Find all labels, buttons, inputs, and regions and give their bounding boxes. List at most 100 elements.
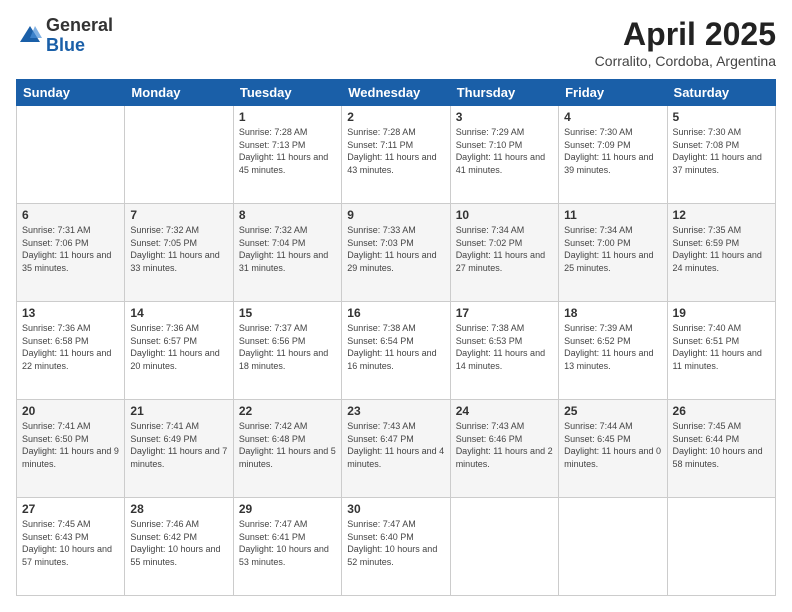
day-cell: 22 Sunrise: 7:42 AM Sunset: 6:48 PM Dayli… — [233, 400, 341, 498]
day-info: Sunrise: 7:43 AM Sunset: 6:46 PM Dayligh… — [456, 420, 553, 470]
day-cell: 12Sunrise: 7:35 AM Sunset: 6:59 PM Dayli… — [667, 204, 775, 302]
day-number: 30 — [347, 502, 444, 516]
day-info: Sunrise: 7:45 AM Sunset: 6:44 PM Dayligh… — [673, 420, 770, 470]
day-cell: 19 Sunrise: 7:40 AM Sunset: 6:51 PM Dayli… — [667, 302, 775, 400]
day-number: 9 — [347, 208, 444, 222]
day-info: Sunrise: 7:32 AM Sunset: 7:04 PM Dayligh… — [239, 224, 336, 274]
day-number: 17 — [456, 306, 553, 320]
calendar-table: Sunday Monday Tuesday Wednesday Thursday… — [16, 79, 776, 596]
day-number: 23 — [347, 404, 444, 418]
week-row-5: 27 Sunrise: 7:45 AM Sunset: 6:43 PM Dayli… — [17, 498, 776, 596]
day-number: 24 — [456, 404, 553, 418]
page: General Blue April 2025 Corralito, Cordo… — [0, 0, 792, 612]
day-info: Sunrise: 7:34 AM Sunset: 7:00 PM Dayligh… — [564, 224, 661, 274]
day-cell — [667, 498, 775, 596]
day-number: 13 — [22, 306, 119, 320]
day-cell: 11 Sunrise: 7:34 AM Sunset: 7:00 PM Dayli… — [559, 204, 667, 302]
day-info: Sunrise: 7:38 AM Sunset: 6:54 PM Dayligh… — [347, 322, 444, 372]
day-number: 29 — [239, 502, 336, 516]
day-number: 4 — [564, 110, 661, 124]
day-info: Sunrise: 7:31 AM Sunset: 7:06 PM Dayligh… — [22, 224, 119, 274]
header: General Blue April 2025 Corralito, Cordo… — [16, 16, 776, 69]
day-info: Sunrise: 7:32 AM Sunset: 7:05 PM Dayligh… — [130, 224, 227, 274]
logo-text: General Blue — [46, 16, 113, 56]
day-info: Sunrise: 7:28 AM Sunset: 7:11 PM Dayligh… — [347, 126, 444, 176]
day-cell: 23 Sunrise: 7:43 AM Sunset: 6:47 PM Dayli… — [342, 400, 450, 498]
day-cell: 17 Sunrise: 7:38 AM Sunset: 6:53 PM Dayli… — [450, 302, 558, 400]
day-info: Sunrise: 7:47 AM Sunset: 6:40 PM Dayligh… — [347, 518, 444, 568]
day-info: Sunrise: 7:28 AM Sunset: 7:13 PM Dayligh… — [239, 126, 336, 176]
month-title: April 2025 — [595, 16, 776, 53]
day-number: 22 — [239, 404, 336, 418]
day-cell — [125, 106, 233, 204]
day-cell: 29 Sunrise: 7:47 AM Sunset: 6:41 PM Dayli… — [233, 498, 341, 596]
day-number: 15 — [239, 306, 336, 320]
day-info: Sunrise: 7:37 AM Sunset: 6:56 PM Dayligh… — [239, 322, 336, 372]
col-tuesday: Tuesday — [233, 80, 341, 106]
day-info: Sunrise: 7:43 AM Sunset: 6:47 PM Dayligh… — [347, 420, 444, 470]
col-wednesday: Wednesday — [342, 80, 450, 106]
week-row-3: 13 Sunrise: 7:36 AM Sunset: 6:58 PM Dayli… — [17, 302, 776, 400]
day-cell: 24 Sunrise: 7:43 AM Sunset: 6:46 PM Dayli… — [450, 400, 558, 498]
day-number: 19 — [673, 306, 770, 320]
day-info: Sunrise: 7:39 AM Sunset: 6:52 PM Dayligh… — [564, 322, 661, 372]
day-info: Sunrise: 7:47 AM Sunset: 6:41 PM Dayligh… — [239, 518, 336, 568]
day-info: Sunrise: 7:29 AM Sunset: 7:10 PM Dayligh… — [456, 126, 553, 176]
day-number: 27 — [22, 502, 119, 516]
day-number: 5 — [673, 110, 770, 124]
day-cell: 25 Sunrise: 7:44 AM Sunset: 6:45 PM Dayli… — [559, 400, 667, 498]
day-info: Sunrise: 7:41 AM Sunset: 6:50 PM Dayligh… — [22, 420, 119, 470]
day-cell: 5Sunrise: 7:30 AM Sunset: 7:08 PM Daylig… — [667, 106, 775, 204]
day-cell — [17, 106, 125, 204]
day-number: 11 — [564, 208, 661, 222]
day-info: Sunrise: 7:38 AM Sunset: 6:53 PM Dayligh… — [456, 322, 553, 372]
header-row: Sunday Monday Tuesday Wednesday Thursday… — [17, 80, 776, 106]
day-info: Sunrise: 7:33 AM Sunset: 7:03 PM Dayligh… — [347, 224, 444, 274]
day-info: Sunrise: 7:36 AM Sunset: 6:57 PM Dayligh… — [130, 322, 227, 372]
day-cell: 26Sunrise: 7:45 AM Sunset: 6:44 PM Dayli… — [667, 400, 775, 498]
day-info: Sunrise: 7:40 AM Sunset: 6:51 PM Dayligh… — [673, 322, 770, 372]
day-cell: 6 Sunrise: 7:31 AM Sunset: 7:06 PM Daylig… — [17, 204, 125, 302]
day-info: Sunrise: 7:41 AM Sunset: 6:49 PM Dayligh… — [130, 420, 227, 470]
day-cell: 16 Sunrise: 7:38 AM Sunset: 6:54 PM Dayli… — [342, 302, 450, 400]
week-row-4: 20 Sunrise: 7:41 AM Sunset: 6:50 PM Dayli… — [17, 400, 776, 498]
day-info: Sunrise: 7:36 AM Sunset: 6:58 PM Dayligh… — [22, 322, 119, 372]
col-monday: Monday — [125, 80, 233, 106]
day-number: 16 — [347, 306, 444, 320]
day-number: 18 — [564, 306, 661, 320]
day-number: 6 — [22, 208, 119, 222]
day-cell: 3 Sunrise: 7:29 AM Sunset: 7:10 PM Daylig… — [450, 106, 558, 204]
col-sunday: Sunday — [17, 80, 125, 106]
col-saturday: Saturday — [667, 80, 775, 106]
logo-blue-text: Blue — [46, 36, 113, 56]
day-cell: 21 Sunrise: 7:41 AM Sunset: 6:49 PM Dayli… — [125, 400, 233, 498]
day-number: 10 — [456, 208, 553, 222]
day-number: 1 — [239, 110, 336, 124]
logo-icon — [16, 22, 44, 50]
day-cell: 30 Sunrise: 7:47 AM Sunset: 6:40 PM Dayli… — [342, 498, 450, 596]
week-row-1: 1 Sunrise: 7:28 AM Sunset: 7:13 PM Daylig… — [17, 106, 776, 204]
day-number: 25 — [564, 404, 661, 418]
day-cell: 28Sunrise: 7:46 AM Sunset: 6:42 PM Dayli… — [125, 498, 233, 596]
day-cell: 9 Sunrise: 7:33 AM Sunset: 7:03 PM Daylig… — [342, 204, 450, 302]
col-friday: Friday — [559, 80, 667, 106]
day-number: 2 — [347, 110, 444, 124]
day-cell: 14 Sunrise: 7:36 AM Sunset: 6:57 PM Dayli… — [125, 302, 233, 400]
logo: General Blue — [16, 16, 113, 56]
day-number: 21 — [130, 404, 227, 418]
day-info: Sunrise: 7:44 AM Sunset: 6:45 PM Dayligh… — [564, 420, 661, 470]
day-number: 14 — [130, 306, 227, 320]
day-info: Sunrise: 7:42 AM Sunset: 6:48 PM Dayligh… — [239, 420, 336, 470]
day-number: 3 — [456, 110, 553, 124]
day-info: Sunrise: 7:35 AM Sunset: 6:59 PM Dayligh… — [673, 224, 770, 274]
day-cell: 27 Sunrise: 7:45 AM Sunset: 6:43 PM Dayli… — [17, 498, 125, 596]
day-cell: 2 Sunrise: 7:28 AM Sunset: 7:11 PM Daylig… — [342, 106, 450, 204]
day-number: 20 — [22, 404, 119, 418]
day-cell: 4Sunrise: 7:30 AM Sunset: 7:09 PM Daylig… — [559, 106, 667, 204]
day-info: Sunrise: 7:45 AM Sunset: 6:43 PM Dayligh… — [22, 518, 119, 568]
day-cell: 7Sunrise: 7:32 AM Sunset: 7:05 PM Daylig… — [125, 204, 233, 302]
subtitle: Corralito, Cordoba, Argentina — [595, 53, 776, 69]
day-cell: 18 Sunrise: 7:39 AM Sunset: 6:52 PM Dayli… — [559, 302, 667, 400]
day-cell: 8 Sunrise: 7:32 AM Sunset: 7:04 PM Daylig… — [233, 204, 341, 302]
day-number: 8 — [239, 208, 336, 222]
